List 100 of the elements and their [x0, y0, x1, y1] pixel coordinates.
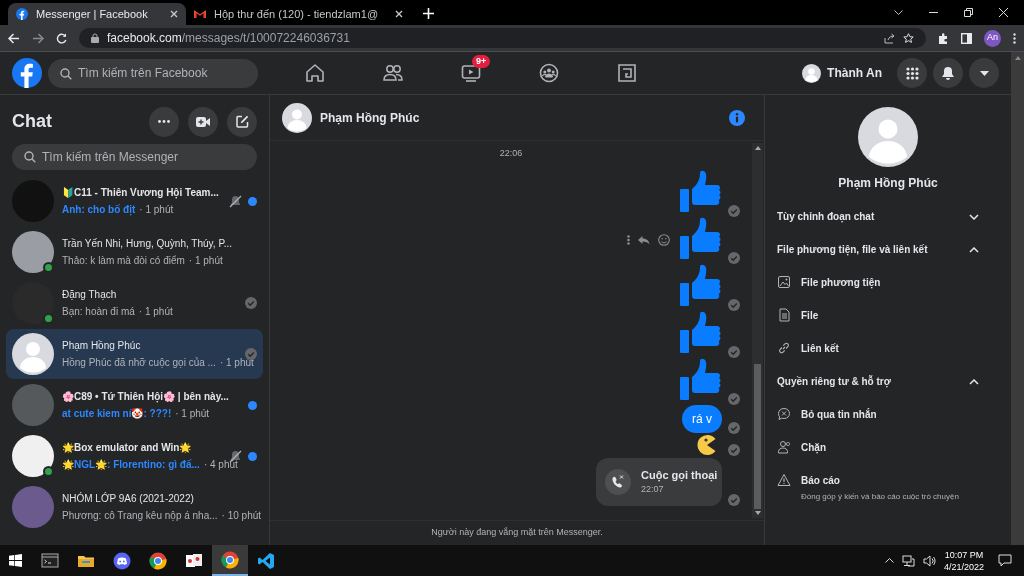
taskbar-app[interactable]	[212, 545, 248, 576]
chat-item[interactable]: 🔰C11 - Thiên Vương Hội Team... Anh: cho bố địt · 1 phút	[6, 176, 263, 226]
network-icon[interactable]	[901, 554, 915, 567]
reply-icon[interactable]	[638, 235, 650, 245]
thumbs-up-icon[interactable]	[680, 216, 722, 259]
side-panel-icon[interactable]	[961, 32, 972, 44]
reload-icon[interactable]	[56, 32, 67, 44]
avatar-photo	[12, 486, 54, 528]
puzzle-icon[interactable]	[938, 32, 949, 44]
avatar-icon[interactable]	[858, 107, 918, 167]
menu-item[interactable]: Báo cáo	[801, 473, 959, 488]
chat-name: 🔰C11 - Thiên Vương Hội Team...	[62, 186, 220, 200]
avatar-icon[interactable]	[282, 102, 312, 133]
chrome-icon	[149, 551, 167, 570]
message-preview: Bạn: hoàn đi má	[62, 305, 135, 319]
chat-item[interactable]: 🌸C89 • Tứ Thiên Hội🌸 | bên này... at cute kiem ní🤡: ???! · 1 phút	[6, 380, 263, 430]
back-icon[interactable]	[8, 32, 20, 44]
share-icon[interactable]	[884, 32, 895, 44]
thumbs-up-icon[interactable]	[680, 263, 722, 306]
message-preview: Phương: cô Trang kêu nộp á nha...	[62, 509, 218, 523]
link-icon	[777, 341, 791, 355]
menu-item[interactable]: File phương tiện	[801, 275, 881, 290]
forward-icon[interactable]	[32, 32, 44, 44]
groups-icon[interactable]	[539, 63, 559, 83]
scroll-down-icon[interactable]	[754, 511, 761, 515]
message-blocked-icon	[777, 407, 791, 421]
search-field[interactable]: Tìm kiếm trên Facebook	[48, 58, 258, 88]
new-tab-icon[interactable]	[423, 8, 434, 19]
grid-icon	[905, 66, 919, 80]
mail-icon	[194, 9, 206, 19]
more-icon[interactable]	[627, 235, 630, 245]
new-message-button[interactable]	[227, 106, 257, 137]
call-card[interactable]: Cuộc gọi thoại 22:07	[596, 457, 722, 506]
chat-item[interactable]: NHÓM LỚP 9A6 (2021-2022) Phương: cô Trang kêu nộp á nha... · 10 phút	[6, 482, 263, 532]
section-header[interactable]: Tùy chỉnh đoạn chat	[777, 200, 999, 233]
video-call-button[interactable]	[188, 106, 218, 137]
home-icon[interactable]	[305, 63, 325, 83]
call-title: Cuộc gọi thoại	[641, 467, 718, 483]
chevron-up-icon[interactable]	[884, 558, 894, 563]
video-icon[interactable]	[461, 63, 481, 83]
chat-name: Phạm Hồng Phúc	[62, 339, 142, 353]
chat-item[interactable]: Trần Yến Nhi, Hưng, Quỳnh, Thúy, P... Thảo: k làm mà đòi có điểm · 1 phút	[6, 227, 263, 277]
emoji-icon[interactable]	[658, 234, 670, 246]
apps-button[interactable]	[897, 58, 927, 88]
friends-icon[interactable]	[383, 63, 403, 83]
check-circle-icon	[728, 251, 740, 264]
contact-name[interactable]: Phạm Hồng Phúc	[320, 108, 729, 127]
profile-avatar[interactable]: An	[984, 29, 1001, 47]
info-icon[interactable]	[729, 109, 745, 126]
scroll-up-icon[interactable]	[1014, 56, 1021, 60]
timestamp: 22:06	[499, 147, 523, 160]
timestamp: · 10 phút	[221, 509, 262, 523]
scroll-up-icon[interactable]	[754, 146, 761, 150]
clock[interactable]: 10:07 PM 4/21/2022	[943, 548, 984, 573]
chat-item[interactable]: Phạm Hồng Phúc Hồng Phúc đã nhỡ cuộc gọi của ... · 1 phút	[6, 329, 263, 379]
scrollbar[interactable]	[752, 143, 763, 518]
section-header[interactable]: Quyền riêng tư & hỗ trợ	[777, 365, 999, 398]
scrollbar-thumb[interactable]	[754, 364, 761, 509]
menu-icon[interactable]	[1013, 32, 1016, 44]
thumbs-up-icon[interactable]	[680, 357, 722, 400]
video-camera-icon	[196, 116, 210, 127]
menu-item[interactable]: File	[801, 308, 819, 323]
chat-item[interactable]: 🌟Box emulator and Win🌟 🌟NGL🌟: Florentino: gì đấ... · 4 phút	[6, 431, 263, 481]
menu-item[interactable]: Bỏ qua tin nhắn	[801, 407, 877, 422]
volume-icon[interactable]	[922, 554, 936, 567]
avatar-photo	[12, 435, 54, 477]
menu-item[interactable]: Liên kết	[801, 341, 839, 356]
profile-name[interactable]: Thành An	[827, 64, 882, 82]
thumbs-up-icon[interactable]	[680, 310, 722, 353]
messenger-search-field[interactable]: Tìm kiếm trên Messenger	[12, 144, 257, 170]
account-menu-button[interactable]	[969, 58, 999, 88]
facebook-logo[interactable]	[12, 58, 42, 88]
gaming-icon[interactable]	[617, 63, 637, 83]
menu-item[interactable]: Chặn	[801, 440, 826, 455]
star-icon[interactable]	[903, 32, 914, 44]
thumbs-up-icon[interactable]	[680, 169, 722, 212]
scrollbar[interactable]	[1011, 52, 1024, 545]
more-button[interactable]	[149, 106, 179, 137]
message-preview: Anh: cho bố địt	[62, 203, 136, 217]
notifications-button[interactable]	[933, 58, 963, 88]
timestamp: · 1 phút	[175, 407, 210, 421]
chevron-down-icon[interactable]	[894, 10, 903, 15]
avatar-icon[interactable]	[802, 63, 822, 83]
close-icon[interactable]	[395, 10, 403, 18]
status-note: Người này đang vắng mặt trên Messenger.	[431, 526, 603, 540]
message-preview: Hồng Phúc đã nhỡ cuộc gọi của ...	[62, 356, 216, 370]
close-icon[interactable]	[170, 10, 178, 18]
call-time: 22:07	[641, 483, 665, 496]
close-icon[interactable]	[999, 8, 1008, 17]
address-bar[interactable]: facebook.com/messages/t/100072246036731	[79, 28, 926, 48]
restore-icon[interactable]	[964, 8, 973, 17]
windows-start-icon[interactable]	[9, 554, 22, 567]
chat-item[interactable]: Đặng Thạch Bạn: hoàn đi má · 1 phút	[6, 278, 263, 328]
avatar-photo	[12, 231, 54, 273]
message-bubble[interactable]: rá v	[682, 404, 722, 433]
notification-icon[interactable]	[998, 554, 1012, 567]
section-header[interactable]: File phương tiện, file và liên kết	[777, 233, 999, 266]
more-icon	[158, 120, 170, 123]
browser-tab[interactable]: Messenger | Facebook	[8, 3, 186, 25]
pacman-sticker[interactable]	[696, 433, 718, 456]
